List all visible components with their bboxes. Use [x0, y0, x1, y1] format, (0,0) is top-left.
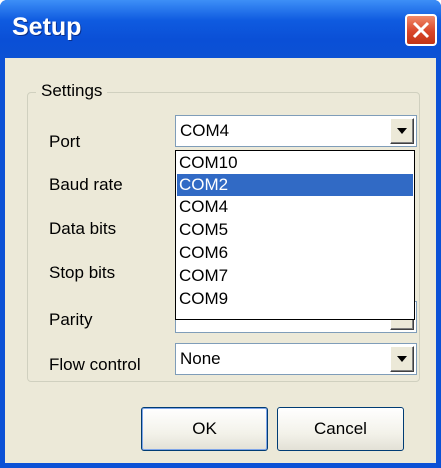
- chevron-down-icon: [397, 356, 407, 362]
- flow-control-dropdown-button[interactable]: [390, 346, 414, 372]
- title-bar[interactable]: Setup: [0, 0, 441, 58]
- parity-label: Parity: [49, 310, 93, 329]
- port-dropdown-button[interactable]: [390, 118, 414, 144]
- port-option[interactable]: COM6: [177, 242, 413, 264]
- flow-control-select[interactable]: None: [175, 343, 417, 375]
- dialog-client-area: Settings Port Baud rate Data bits Stop b…: [5, 58, 436, 463]
- stop-bits-label: Stop bits: [49, 263, 116, 282]
- chevron-down-icon: [397, 128, 407, 134]
- close-button[interactable]: [405, 14, 437, 46]
- port-dropdown-list: COM10 COM2 COM4 COM5 COM6 COM7 COM9: [175, 150, 415, 320]
- flow-control-label: Flow control: [49, 355, 141, 374]
- port-option[interactable]: COM10: [177, 152, 413, 174]
- cancel-button[interactable]: Cancel: [277, 407, 404, 451]
- port-option-highlighted[interactable]: COM2: [177, 174, 413, 196]
- flow-control-value: None: [180, 349, 221, 368]
- data-bits-label: Data bits: [49, 219, 117, 238]
- dialog-title: Setup: [12, 13, 82, 41]
- port-select[interactable]: COM4: [175, 115, 417, 147]
- close-icon: [412, 21, 430, 39]
- port-option[interactable]: COM9: [177, 288, 413, 310]
- baud-rate-label: Baud rate: [49, 175, 123, 194]
- ok-button[interactable]: OK: [141, 407, 268, 451]
- port-label: Port: [49, 132, 81, 151]
- port-option[interactable]: COM4: [177, 196, 413, 218]
- port-value: COM4: [180, 121, 230, 140]
- setup-dialog: Setup Settings Port Baud rate Data bits …: [0, 0, 441, 468]
- port-option[interactable]: COM7: [177, 265, 413, 287]
- settings-group-label: Settings: [36, 81, 108, 101]
- port-option[interactable]: COM5: [177, 219, 413, 241]
